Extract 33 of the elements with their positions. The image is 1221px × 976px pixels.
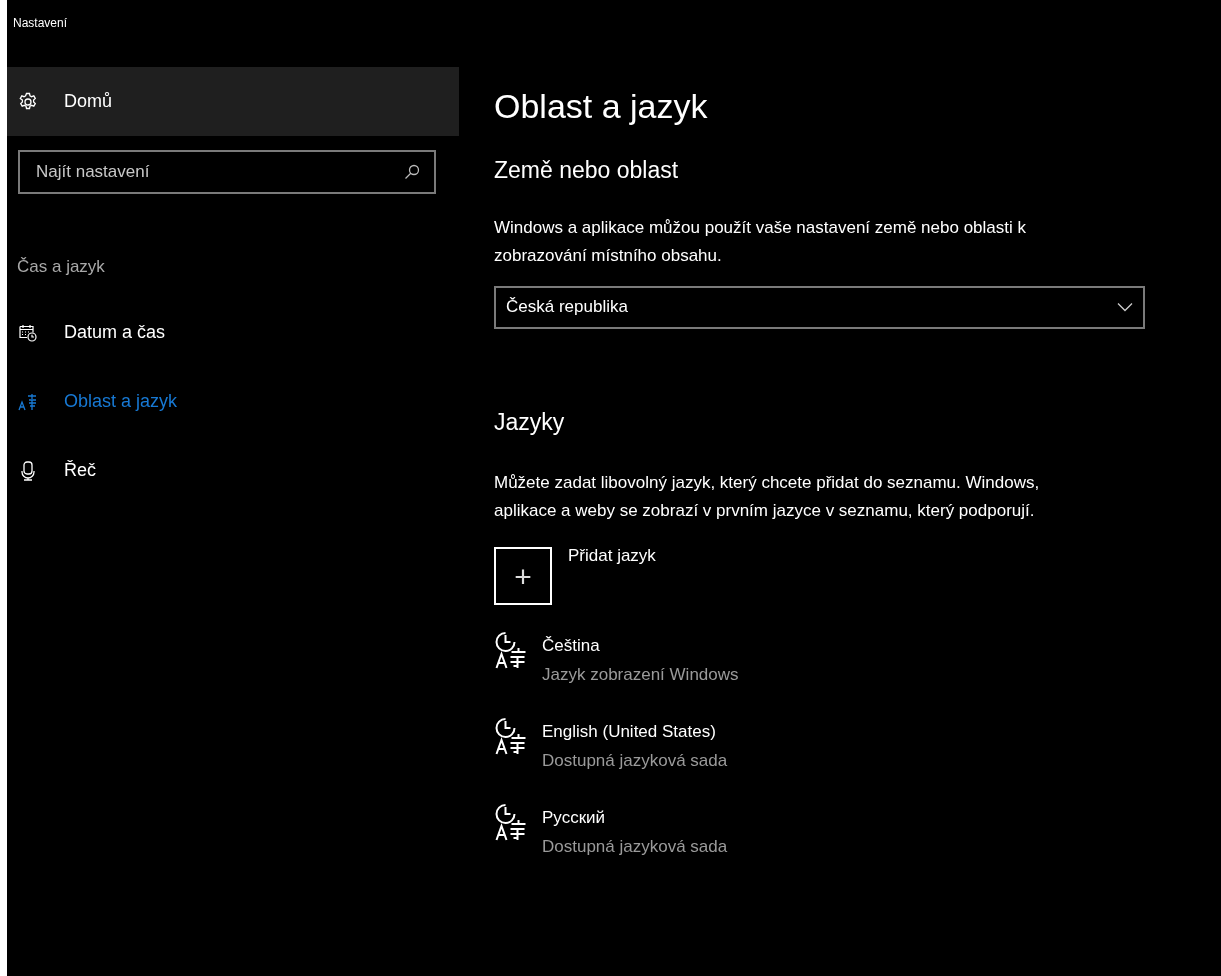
language-name: Русский bbox=[542, 807, 607, 829]
description-text: Můžete zadat libovolný jazyk, který chcete přidat do seznamu. Windows, aplikace a weby se zobrazí v prvním jazyce v seznamu, který podporují. bbox=[494, 472, 1041, 522]
language-item[interactable]: English (United States) Dostupná jazyková sada bbox=[494, 717, 1221, 775]
section-heading: Jazyky bbox=[494, 407, 566, 437]
language-item[interactable]: Čeština Jazyk zobrazení Windows bbox=[494, 631, 1221, 689]
chevron-down-icon bbox=[1117, 302, 1133, 312]
nav-item[interactable]: Řeč bbox=[7, 436, 459, 505]
section-label: Čas a jazyk bbox=[17, 256, 106, 278]
language-status: Jazyk zobrazení Windows bbox=[542, 664, 739, 686]
language-item[interactable]: Русский Dostupná jazyková sada bbox=[494, 803, 1221, 861]
language-status: Dostupná jazyková sada bbox=[542, 836, 728, 858]
search-icon bbox=[404, 164, 420, 180]
language-clock-icon bbox=[494, 803, 528, 841]
language-clock-icon bbox=[494, 631, 528, 669]
add-language-label[interactable]: Přidat jazyk bbox=[568, 543, 656, 569]
language-name: English (United States) bbox=[542, 721, 717, 743]
nav-item[interactable]: Oblast a jazyk bbox=[7, 367, 459, 436]
add-language-button[interactable]: + bbox=[494, 547, 552, 605]
nav-item[interactable]: Datum a čas bbox=[7, 298, 459, 367]
home-nav-item[interactable]: Domů bbox=[7, 67, 459, 136]
settings-icon bbox=[18, 91, 38, 112]
microphone-icon bbox=[20, 460, 36, 481]
description-text: Windows a aplikace můžou použít vaše nastavení země nebo oblasti k zobrazování místního obsahu. bbox=[494, 216, 1027, 267]
language-clock-icon bbox=[494, 717, 528, 755]
page-title: Oblast a jazyk bbox=[494, 86, 709, 127]
language-icon bbox=[18, 392, 38, 411]
language-status: Dostupná jazyková sada bbox=[542, 750, 728, 772]
section-heading: Země nebo oblast bbox=[494, 156, 680, 185]
language-name: Čeština bbox=[542, 635, 601, 657]
search-field[interactable]: Najít nastavení bbox=[18, 150, 436, 194]
country-dropdown[interactable]: Česká republika bbox=[494, 285, 1145, 329]
calendar-clock-icon bbox=[19, 323, 37, 342]
window-title: Nastavení bbox=[13, 16, 68, 30]
